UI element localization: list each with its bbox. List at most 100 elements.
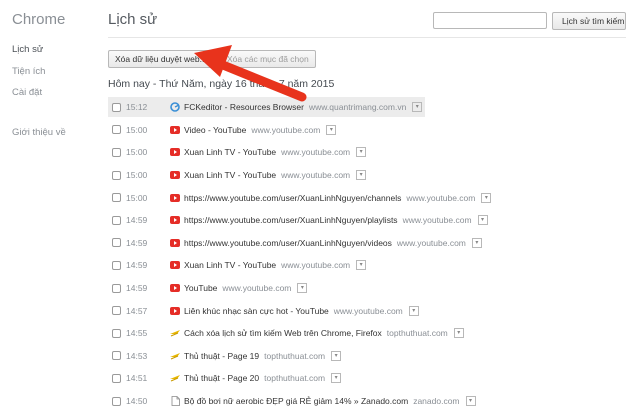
entry-checkbox[interactable]: [112, 283, 121, 293]
entry-checkbox[interactable]: [112, 328, 121, 338]
history-entry[interactable]: 15:00 Video - YouTube www.youtube.com ▾: [108, 119, 626, 142]
history-entry[interactable]: 15:00 Xuan Linh TV - YouTube www.youtube…: [108, 141, 626, 164]
entry-domain[interactable]: www.youtube.com: [222, 283, 291, 293]
chevron-down-icon[interactable]: ▾: [465, 396, 476, 407]
entry-title-link[interactable]: Thủ thuật - Page 20: [184, 373, 259, 383]
topthuthuat-icon: [170, 351, 180, 361]
entry-checkbox[interactable]: [112, 215, 121, 225]
entry-title-link[interactable]: Liên khúc nhạc sàn cực hot - YouTube: [184, 306, 329, 316]
chevron-down-icon[interactable]: ▾: [481, 192, 492, 203]
history-entry[interactable]: 14:53 Thủ thuật - Page 19 topthuthuat.co…: [108, 345, 626, 368]
entry-checkbox[interactable]: [112, 351, 121, 361]
search-input[interactable]: [433, 12, 547, 29]
entry-domain[interactable]: www.youtube.com: [281, 147, 350, 157]
entry-checkbox[interactable]: [112, 125, 121, 135]
entry-title-link[interactable]: YouTube: [184, 283, 217, 293]
sidebar-item-settings[interactable]: Cài đặt: [12, 87, 42, 98]
youtube-icon: [170, 193, 180, 203]
entry-title-link[interactable]: Video - YouTube: [184, 125, 246, 135]
entry-domain[interactable]: topthuthuat.com: [264, 351, 325, 361]
entry-domain[interactable]: www.youtube.com: [281, 260, 350, 270]
chevron-down-icon[interactable]: ▾: [408, 305, 419, 316]
entry-time: 15:00: [126, 170, 148, 181]
entry-checkbox[interactable]: [112, 193, 121, 203]
history-entry[interactable]: 14:51 Thủ thuật - Page 20 topthuthuat.co…: [108, 367, 626, 390]
entry-checkbox[interactable]: [112, 238, 121, 248]
entry-time: 14:50: [126, 396, 148, 407]
sidebar-item-extensions[interactable]: Tiện ích: [12, 66, 45, 77]
entry-domain[interactable]: topthuthuat.com: [264, 373, 325, 383]
entry-domain[interactable]: www.youtube.com: [397, 238, 466, 248]
youtube-icon: [170, 283, 180, 293]
entry-title-link[interactable]: https://www.youtube.com/user/XuanLinhNgu…: [184, 193, 401, 203]
chrome-brand: Chrome: [12, 11, 66, 28]
chevron-down-icon[interactable]: ▾: [412, 102, 423, 113]
entry-domain[interactable]: www.youtube.com: [334, 306, 403, 316]
entry-domain[interactable]: www.youtube.com: [251, 125, 320, 135]
history-entry[interactable]: 14:57 Liên khúc nhạc sàn cực hot - YouTu…: [108, 299, 626, 322]
entry-checkbox[interactable]: [112, 260, 121, 270]
entry-domain[interactable]: www.youtube.com: [403, 215, 472, 225]
youtube-icon: [170, 238, 180, 248]
entry-time: 14:55: [126, 328, 148, 339]
entry-time: 14:59: [126, 215, 148, 226]
entry-checkbox[interactable]: [112, 396, 121, 406]
history-entry[interactable]: 15:12 FCKeditor - Resources Browser www.…: [108, 96, 626, 119]
entry-title-link[interactable]: Bộ đồ bơi nữ aerobic ĐẸP giá RẺ giảm 14%…: [184, 396, 408, 406]
entry-checkbox[interactable]: [112, 373, 121, 383]
chevron-down-icon[interactable]: ▾: [356, 147, 367, 158]
chevron-down-icon[interactable]: ▾: [477, 215, 488, 226]
chevron-down-icon[interactable]: ▾: [331, 373, 342, 384]
entry-time: 15:00: [126, 124, 148, 135]
header-divider: [108, 37, 626, 38]
entry-checkbox[interactable]: [112, 102, 121, 112]
entry-title-link[interactable]: https://www.youtube.com/user/XuanLinhNgu…: [184, 215, 398, 225]
entry-domain[interactable]: www.quantrimang.com.vn: [309, 102, 406, 112]
history-entry[interactable]: 14:50 Bộ đồ bơi nữ aerobic ĐẸP giá RẺ gi…: [108, 390, 626, 412]
fckeditor-icon: [170, 102, 180, 113]
chevron-down-icon[interactable]: ▾: [331, 350, 342, 361]
history-entry[interactable]: 15:00 Xuan Linh TV - YouTube www.youtube…: [108, 164, 626, 187]
entry-title-link[interactable]: Xuan Linh TV - YouTube: [184, 260, 276, 270]
history-entry[interactable]: 15:00 https://www.youtube.com/user/XuanL…: [108, 186, 626, 209]
search-history-button[interactable]: Lịch sử tìm kiếm: [552, 12, 626, 30]
entry-time: 15:00: [126, 192, 148, 203]
youtube-icon: [170, 170, 180, 180]
history-entry[interactable]: 14:59 https://www.youtube.com/user/XuanL…: [108, 209, 626, 232]
entry-domain[interactable]: zanado.com: [413, 396, 459, 406]
history-entry[interactable]: 14:55 Cách xóa lịch sử tìm kiếm Web trên…: [108, 322, 626, 345]
chevron-down-icon[interactable]: ▾: [326, 124, 337, 135]
entry-domain[interactable]: www.youtube.com: [281, 170, 350, 180]
entry-title-link[interactable]: Xuan Linh TV - YouTube: [184, 147, 276, 157]
entry-checkbox[interactable]: [112, 170, 121, 180]
entry-domain[interactable]: www.youtube.com: [406, 193, 475, 203]
entry-title-link[interactable]: Thủ thuật - Page 19: [184, 351, 259, 361]
chevron-down-icon[interactable]: ▾: [297, 283, 308, 294]
entry-title-link[interactable]: FCKeditor - Resources Browser: [184, 102, 304, 112]
history-entry[interactable]: 14:59 https://www.youtube.com/user/XuanL…: [108, 232, 626, 255]
page-title: Lịch sử: [108, 11, 158, 28]
red-arrow-annotation: [194, 45, 307, 102]
entry-time: 14:57: [126, 305, 148, 316]
entry-time: 15:00: [126, 147, 148, 158]
entry-title-link[interactable]: Xuan Linh TV - YouTube: [184, 170, 276, 180]
youtube-icon: [170, 147, 180, 157]
entry-title-link[interactable]: Cách xóa lịch sử tìm kiếm Web trên Chrom…: [184, 328, 382, 338]
history-entry[interactable]: 14:59 Xuan Linh TV - YouTube www.youtube…: [108, 254, 626, 277]
chevron-down-icon[interactable]: ▾: [453, 328, 464, 339]
chevron-down-icon[interactable]: ▾: [471, 237, 482, 248]
entry-time: 14:59: [126, 237, 148, 248]
topthuthuat-icon: [170, 328, 180, 338]
entry-checkbox[interactable]: [112, 306, 121, 316]
entry-checkbox[interactable]: [112, 147, 121, 157]
chevron-down-icon[interactable]: ▾: [356, 260, 367, 271]
sidebar-item-history[interactable]: Lịch sử: [12, 44, 43, 55]
entry-time: 14:59: [126, 283, 148, 294]
entry-time: 14:51: [126, 373, 148, 384]
entry-title-link[interactable]: https://www.youtube.com/user/XuanLinhNgu…: [184, 238, 392, 248]
sidebar-item-about[interactable]: Giới thiệu về: [12, 127, 66, 138]
chevron-down-icon[interactable]: ▾: [356, 170, 367, 181]
entry-domain[interactable]: topthuthuat.com: [387, 328, 448, 338]
history-entry[interactable]: 14:59 YouTube www.youtube.com ▾: [108, 277, 626, 300]
youtube-icon: [170, 125, 180, 135]
